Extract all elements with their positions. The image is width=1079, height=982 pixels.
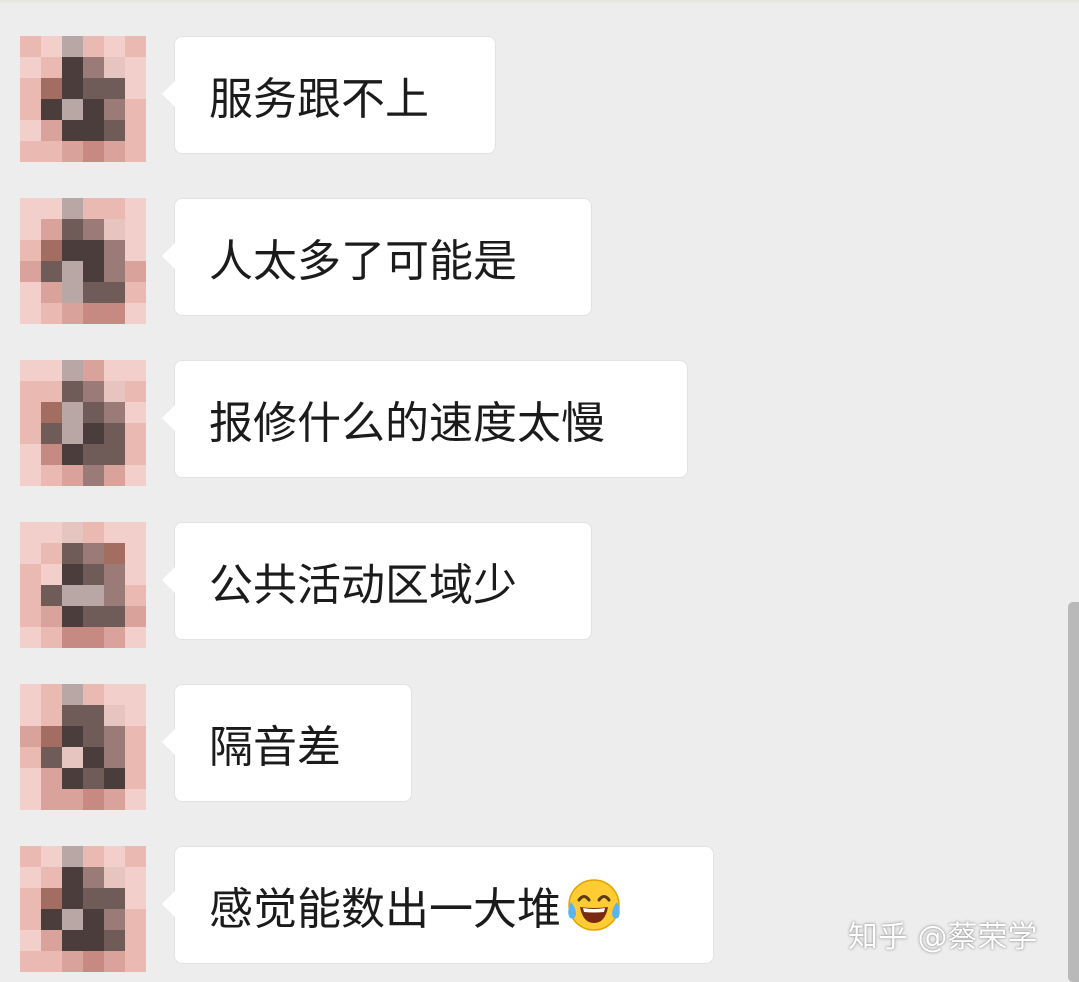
zhihu-watermark: 知乎 @蔡荣学 bbox=[848, 920, 1038, 955]
avatar[interactable] bbox=[20, 198, 146, 324]
message-bubble[interactable]: 报修什么的速度太慢 bbox=[162, 360, 688, 478]
avatar[interactable] bbox=[20, 360, 146, 486]
avatar[interactable] bbox=[20, 846, 146, 972]
chat-message: 服务跟不上 bbox=[20, 36, 980, 162]
chat-message: 报修什么的速度太慢 bbox=[20, 360, 980, 486]
message-bubble[interactable]: 人太多了可能是 bbox=[162, 198, 592, 316]
chat-message: 公共活动区域少 bbox=[20, 522, 980, 648]
message-bubble[interactable]: 感觉能数出一大堆 bbox=[162, 846, 714, 964]
tears-of-joy-emoji-icon bbox=[565, 876, 623, 934]
message-bubble[interactable]: 公共活动区域少 bbox=[162, 522, 592, 640]
avatar[interactable] bbox=[20, 36, 146, 162]
avatar[interactable] bbox=[20, 684, 146, 810]
chat-message: 感觉能数出一大堆 bbox=[20, 846, 980, 972]
message-text: 隔音差 bbox=[209, 722, 341, 773]
message-bubble[interactable]: 服务跟不上 bbox=[162, 36, 496, 154]
message-text: 服务跟不上 bbox=[209, 74, 429, 125]
top-edge bbox=[0, 0, 1079, 4]
message-text: 报修什么的速度太慢 bbox=[209, 398, 605, 449]
scrollbar[interactable] bbox=[1068, 602, 1079, 982]
avatar[interactable] bbox=[20, 522, 146, 648]
message-bubble[interactable]: 隔音差 bbox=[162, 684, 412, 802]
message-text: 人太多了可能是 bbox=[209, 236, 517, 287]
chat-message: 隔音差 bbox=[20, 684, 980, 810]
message-text: 公共活动区域少 bbox=[209, 560, 517, 611]
chat-message: 人太多了可能是 bbox=[20, 198, 980, 324]
message-text: 感觉能数出一大堆 bbox=[209, 884, 561, 935]
